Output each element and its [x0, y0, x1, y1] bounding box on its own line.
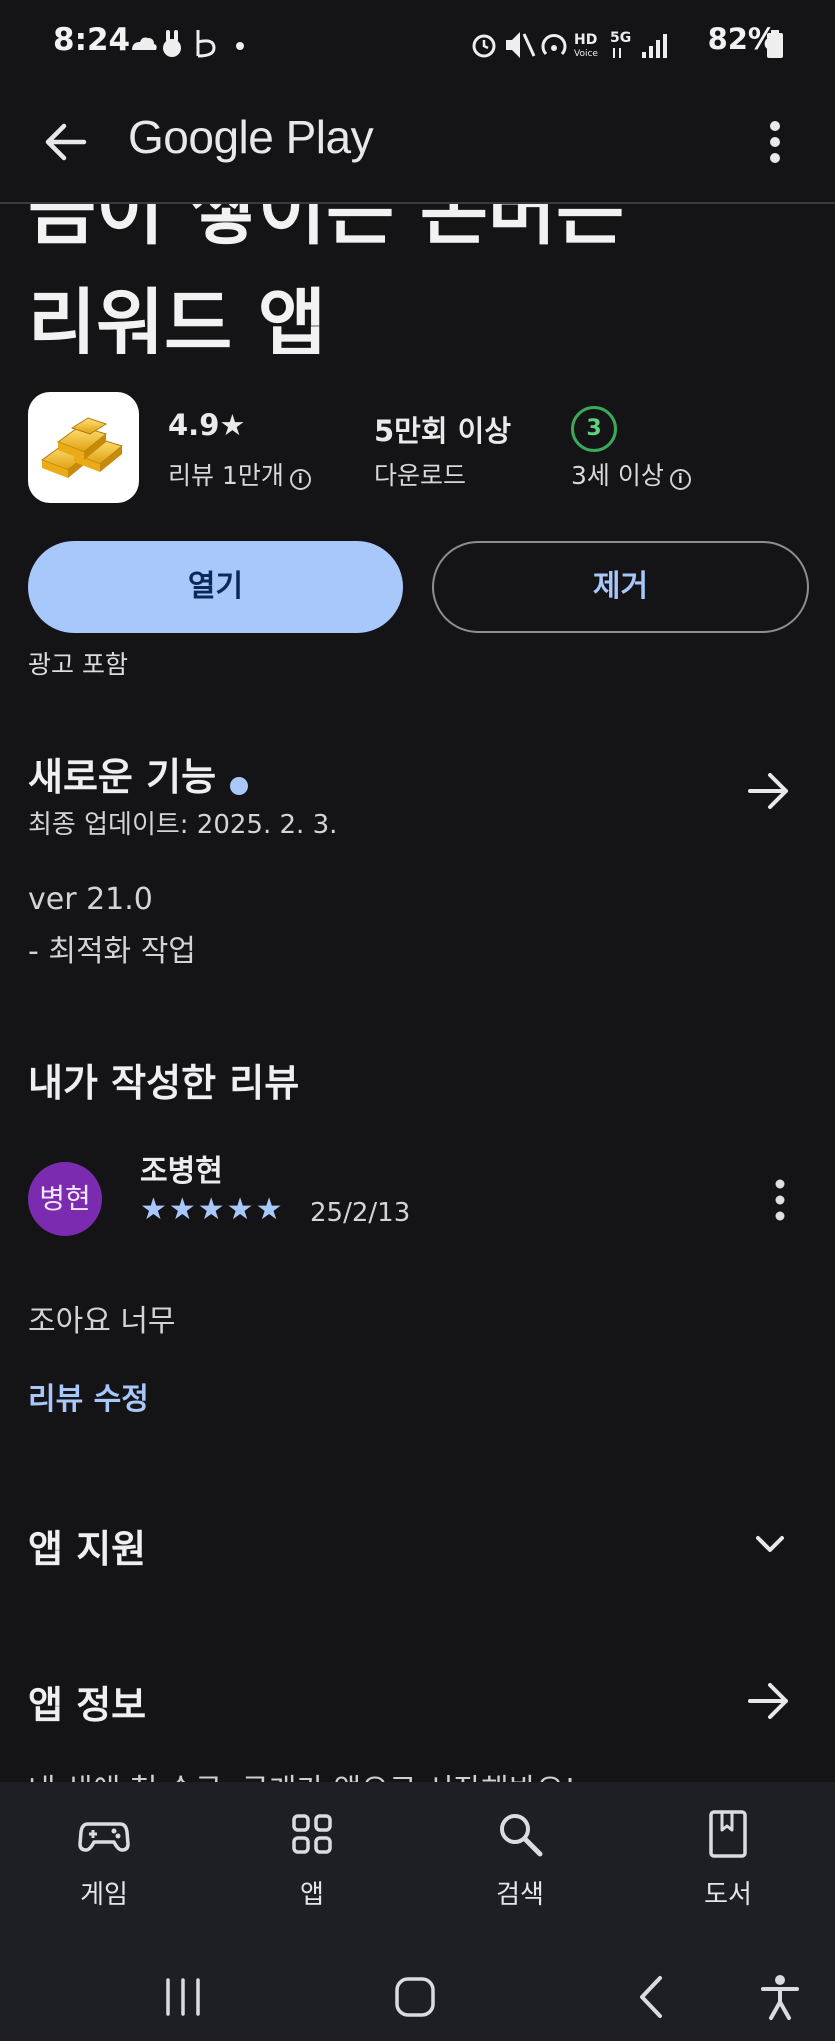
uninstall-button[interactable]: 제거 — [432, 541, 809, 633]
reviewer-name: 조병현 — [140, 1154, 223, 1189]
system-back-button[interactable] — [628, 1972, 678, 2026]
whats-new-arrow-button[interactable] — [744, 766, 794, 816]
nav-search[interactable]: 검색 — [460, 1808, 580, 1911]
app-support-expand-button[interactable] — [746, 1520, 794, 1572]
b-app-icon — [196, 30, 216, 58]
review-text: 조아요 너무 — [28, 1304, 176, 1339]
changelog-text: - 최적화 작업 — [28, 934, 196, 969]
search-icon — [500, 1814, 543, 1857]
nav-games-label: 게임 — [80, 1880, 128, 1910]
alarm-icon — [472, 34, 496, 58]
svg-text:Voice: Voice — [574, 49, 598, 59]
nav-search-label: 검색 — [496, 1880, 544, 1910]
info-icon: i — [289, 469, 311, 490]
home-button[interactable] — [390, 1972, 440, 2026]
recent-apps-button[interactable] — [158, 1972, 208, 2026]
system-navigation-bar — [0, 1952, 835, 2041]
nav-apps[interactable]: 앱 — [252, 1808, 372, 1911]
last-updated: 최종 업데이트: 2025. 2. 3. — [28, 810, 338, 840]
review-stars: ★★★★★ — [140, 1192, 285, 1227]
rabbit-icon — [163, 30, 181, 57]
app-title-line2: 리워드 앱 — [28, 281, 327, 354]
more-vert-icon — [770, 121, 780, 163]
status-left-icons — [128, 28, 248, 64]
overflow-menu-button[interactable] — [755, 112, 795, 172]
bottom-navigation: 게임 앱 검색 도서 — [0, 1782, 835, 1952]
cloud-icon — [132, 37, 157, 50]
chevron-down-icon — [756, 1536, 784, 1552]
dot-icon — [236, 42, 244, 50]
app-title-line1: 금이 쌓이는 돈버는 — [28, 204, 625, 255]
info-icon: i — [669, 469, 691, 490]
app-support-title[interactable]: 앱 지원 — [28, 1518, 146, 1573]
new-indicator-dot — [230, 776, 249, 795]
app-icon — [28, 392, 139, 503]
about-description-peek: 내 생애 첫 순금, 금개가 앱으로 시작해봐요! — [0, 1760, 835, 1782]
version-text: ver 21.0 — [28, 882, 153, 917]
hotspot-icon — [541, 34, 567, 56]
downloads-value: 5만회 이상 — [374, 414, 511, 448]
rating-stat: 4.9★ — [168, 408, 245, 442]
home-icon — [395, 1977, 435, 2017]
whats-new-header[interactable]: 새로운 기능 — [28, 746, 249, 801]
about-arrow-button[interactable] — [744, 1676, 794, 1726]
status-time: 8:24 — [53, 22, 131, 58]
whats-new-title: 새로운 기능 — [28, 755, 217, 799]
gold-bars-icon — [40, 417, 124, 478]
arrow-forward-icon — [748, 1683, 788, 1719]
gamepad-icon — [78, 1822, 130, 1852]
edit-review-link[interactable]: 리뷰 수정 — [28, 1374, 149, 1418]
app-title-area: 금이 쌓이는 돈버는 리워드 앱 — [0, 204, 835, 354]
svg-text:5G: 5G — [610, 30, 631, 46]
age-rating-badge: 3 — [571, 406, 617, 452]
nav-games[interactable]: 게임 — [44, 1808, 164, 1911]
nav-books[interactable]: 도서 — [668, 1808, 788, 1911]
chevron-left-icon — [640, 1976, 662, 2018]
recents-icon — [166, 1978, 200, 2016]
arrow-back-icon — [45, 123, 87, 161]
hd-voice-icon: HDVoice — [574, 32, 598, 59]
rating-sub-row[interactable]: 리뷰 1만개 i — [168, 456, 311, 492]
book-icon — [709, 1810, 747, 1858]
more-vert-icon — [775, 1179, 785, 1221]
status-bar: 8:24 HD Voice 5G 82% — [0, 0, 835, 88]
review-count: 리뷰 1만개 — [168, 461, 284, 490]
app-bar-title: Google Play — [128, 111, 374, 163]
age-rating-label: 3세 이상 — [571, 461, 664, 490]
avatar: 병현 — [28, 1162, 102, 1236]
status-right-icons: HD Voice 5G — [470, 26, 685, 66]
rating-value: 4.9★ — [168, 408, 246, 442]
open-button[interactable]: 열기 — [28, 541, 403, 633]
downloads-label: 다운로드 — [374, 461, 467, 490]
accessibility-button[interactable] — [755, 1972, 805, 2026]
accessibility-icon — [761, 1975, 799, 2020]
about-app-title[interactable]: 앱 정보 — [28, 1674, 146, 1729]
review-date: 25/2/13 — [310, 1198, 411, 1228]
back-button[interactable] — [40, 112, 100, 172]
nav-books-label: 도서 — [704, 1880, 752, 1910]
app-bar: Google Play — [0, 88, 835, 204]
arrow-forward-icon — [748, 773, 788, 809]
apps-grid-icon — [292, 1814, 332, 1854]
svg-text:HD: HD — [574, 32, 597, 48]
review-more-button[interactable] — [766, 1176, 794, 1224]
contains-ads-note: 광고 포함 — [28, 650, 128, 679]
age-sub-row[interactable]: 3세 이상 i — [571, 456, 691, 492]
5g-icon: 5G — [610, 30, 631, 58]
signal-icon — [642, 34, 667, 58]
mute-icon — [506, 32, 536, 58]
battery-icon — [767, 30, 783, 62]
about-description: 내 생애 첫 순금, 금개가 앱으로 시작해봐요! — [28, 1765, 576, 1782]
my-review-title: 내가 작성한 리뷰 — [28, 1061, 300, 1105]
nav-apps-label: 앱 — [300, 1880, 324, 1910]
